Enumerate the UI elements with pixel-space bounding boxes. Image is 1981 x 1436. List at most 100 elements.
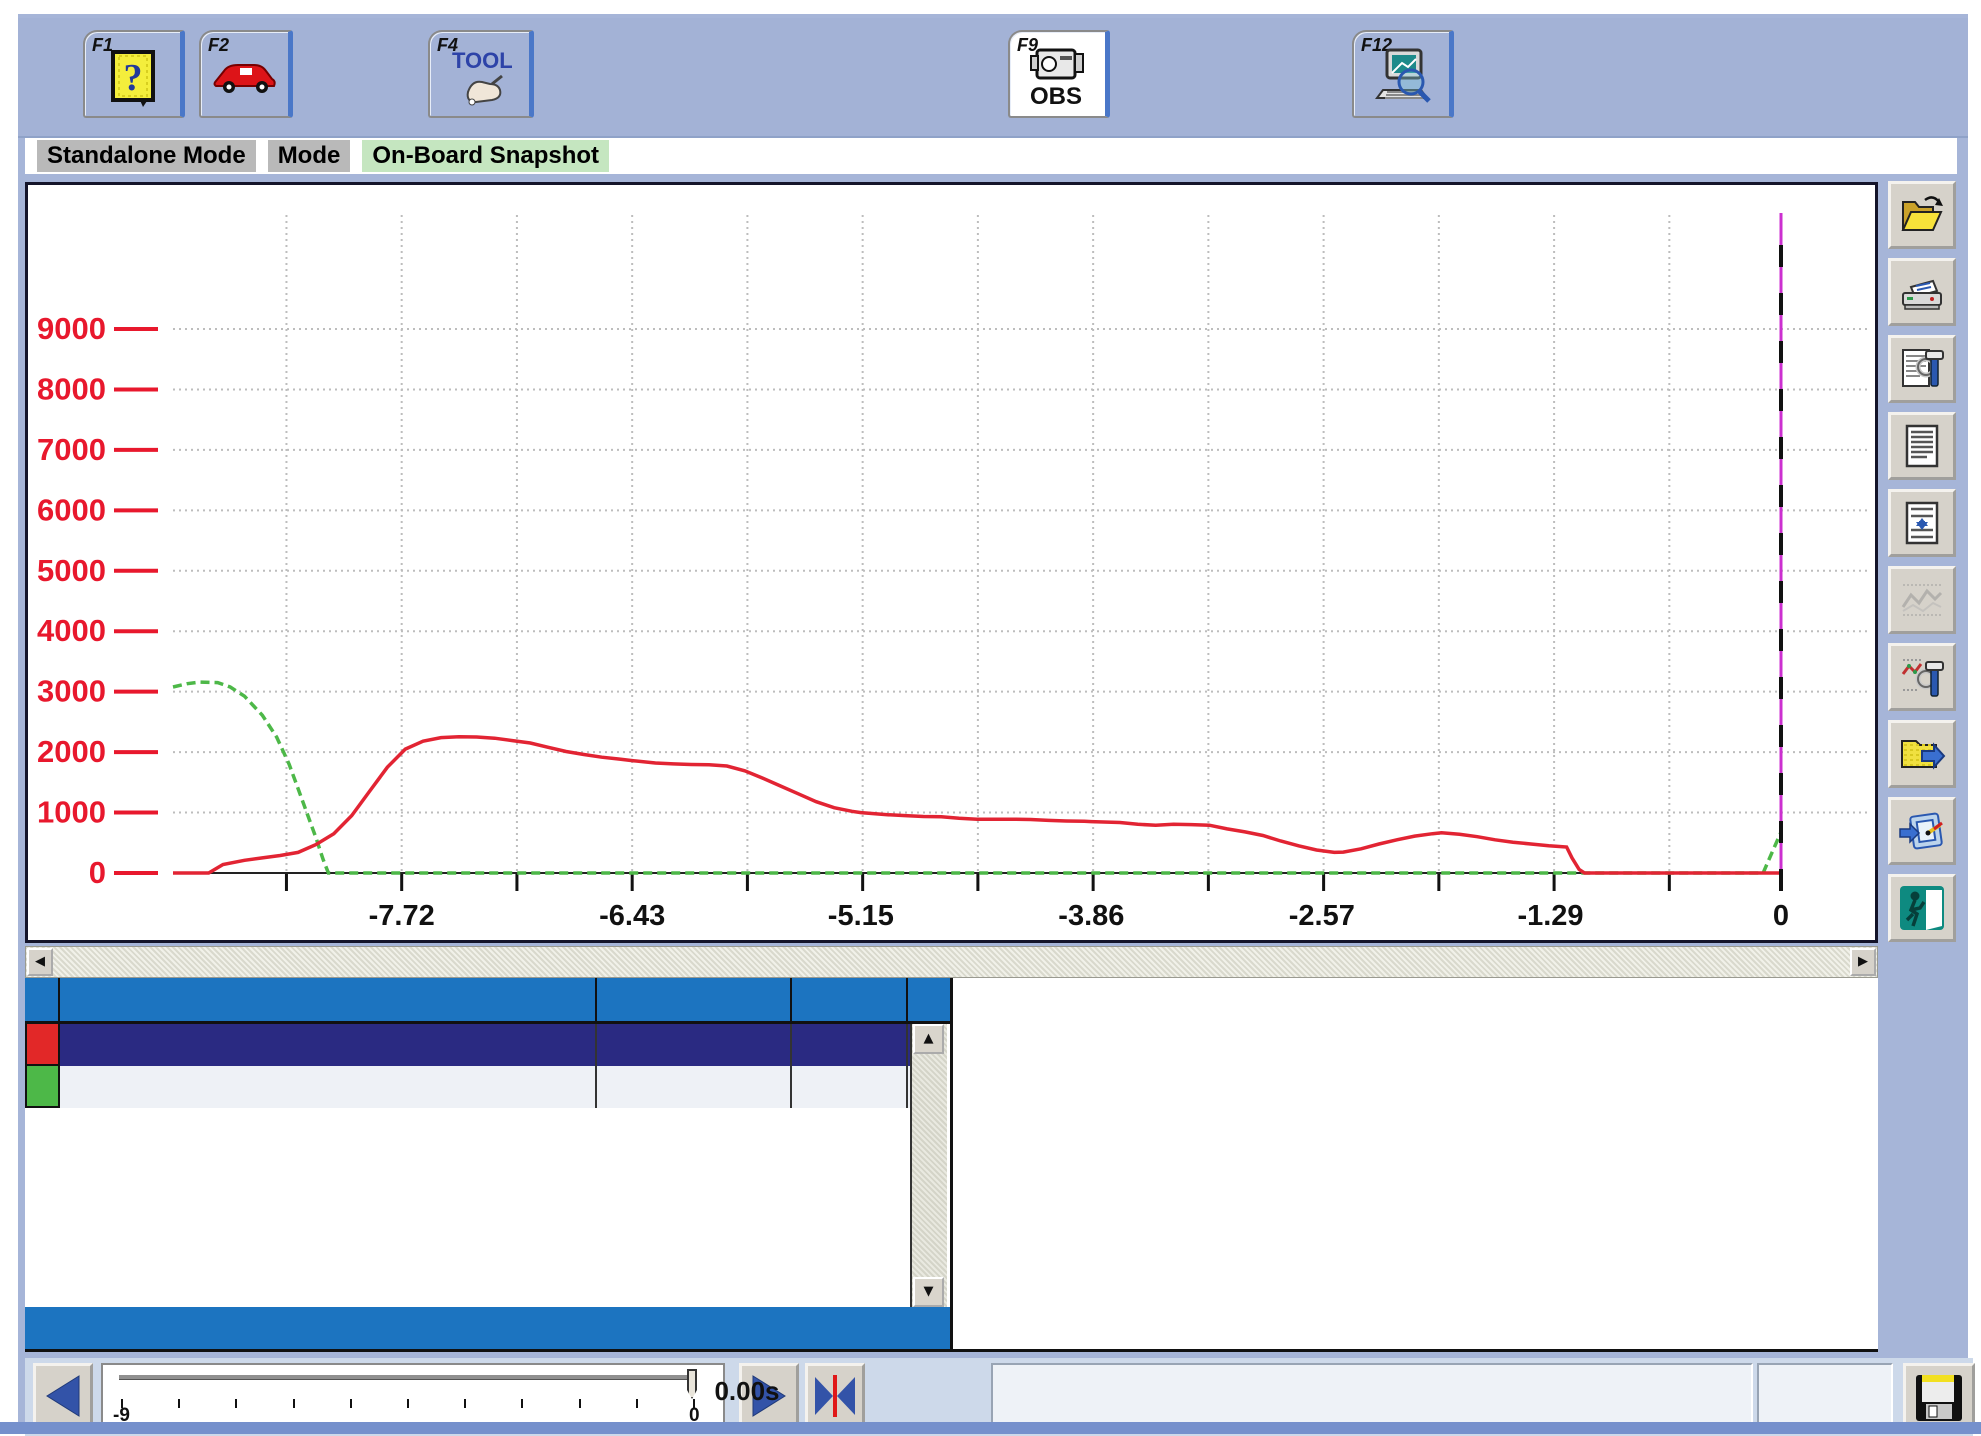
signal-color-swatch (25, 1066, 60, 1108)
svg-text:-1.29: -1.29 (1517, 900, 1583, 932)
fkey-f4-button[interactable]: F4TOOL (428, 30, 534, 118)
svg-text:6000: 6000 (37, 492, 106, 527)
lower-panel: ▲ ▼ (25, 978, 1878, 1352)
slider-tick (521, 1399, 523, 1408)
status-mode: Mode (268, 140, 351, 172)
system-scan-icon (1369, 46, 1435, 108)
fkey-f12-button[interactable]: F12 (1352, 30, 1454, 118)
graph-setup-icon (1899, 654, 1945, 700)
snapshot-camera-icon: OBS (1027, 44, 1089, 110)
trigger-marker-icon (813, 1373, 857, 1419)
signal-table-header (25, 978, 950, 1024)
export-folder-button[interactable] (1888, 720, 1956, 788)
table-row-engine-speed[interactable] (25, 1024, 913, 1066)
cell-signal (60, 1066, 597, 1108)
exit-button[interactable] (1888, 874, 1956, 942)
signal-color-swatch (25, 1024, 60, 1066)
playback-time: 0.00s (677, 1376, 817, 1407)
triangle-left-icon (43, 1374, 83, 1418)
function-key-toolbar: F1? F2 F4TOOL F9OBS F12 (18, 18, 1968, 138)
status-panel (1757, 1363, 1893, 1429)
cell-signal (60, 1024, 597, 1066)
slider-tick (178, 1399, 180, 1408)
exit-icon (1898, 884, 1946, 932)
expand-rows-button[interactable] (1888, 489, 1956, 557)
print-icon (1899, 271, 1945, 313)
table-vertical-scrollbar[interactable]: ▲ ▼ (910, 1024, 947, 1307)
slider-tick (636, 1399, 638, 1408)
scroll-left-button[interactable]: ◀ (27, 948, 53, 976)
report-setup-icon (1899, 346, 1945, 392)
slider-tick (235, 1399, 237, 1408)
open-file-button[interactable] (1888, 181, 1956, 249)
cell-units (792, 1066, 908, 1108)
cell-units (792, 1024, 908, 1066)
open-file-icon (1899, 194, 1945, 236)
svg-text:5000: 5000 (37, 553, 106, 588)
svg-text:-2.57: -2.57 (1289, 900, 1355, 932)
svg-text:OBS: OBS (1029, 83, 1081, 110)
svg-text:0: 0 (89, 855, 106, 890)
tool-icon: TOOL (448, 46, 512, 108)
column-header-signal[interactable] (60, 978, 597, 1021)
table-scroll-down-button[interactable]: ▼ (913, 1277, 944, 1307)
table-corner-cell (25, 978, 60, 1021)
graph-setup-button[interactable] (1888, 643, 1956, 711)
svg-text:-3.86: -3.86 (1058, 900, 1124, 932)
mode-status-bar: Standalone Mode Mode On-Board Snapshot (25, 138, 1957, 174)
svg-text:0: 0 (1773, 900, 1789, 932)
slider-tick (464, 1399, 466, 1408)
text-view-icon (1901, 423, 1943, 469)
slider-track[interactable] (119, 1375, 697, 1380)
cell-value (597, 1024, 792, 1066)
slider-tick (579, 1399, 581, 1408)
fkey-f2-button[interactable]: F2 (199, 30, 293, 118)
column-header-value[interactable] (597, 978, 792, 1021)
svg-text:TOOL: TOOL (452, 48, 512, 73)
column-header-units[interactable] (792, 978, 908, 1021)
save-floppy-icon (1913, 1372, 1965, 1424)
data-transfer-button[interactable] (1888, 797, 1956, 865)
text-view-button[interactable] (1888, 412, 1956, 480)
vehicle-icon (210, 57, 280, 97)
signal-table: ▲ ▼ (25, 978, 953, 1349)
fkey-f1-button[interactable]: F1? (83, 30, 185, 118)
fkey-label: F2 (208, 35, 229, 56)
svg-text:-6.43: -6.43 (599, 900, 665, 932)
svg-text:8000: 8000 (37, 371, 106, 406)
fkey-f9-button[interactable]: F9OBS (1008, 30, 1110, 118)
svg-text:-7.72: -7.72 (369, 900, 435, 932)
slider-tick (350, 1399, 352, 1408)
graph-horizontal-scrollbar[interactable]: ◀ ▶ (25, 946, 1878, 978)
svg-text:3000: 3000 (37, 674, 106, 709)
window-bottom-edge (0, 1422, 1981, 1434)
snapshot-graph-svg: 0 1000 2000 3000 4000 5000 6000 7000 8000 9000 -7.… (28, 185, 1875, 940)
cell-value (597, 1066, 792, 1108)
message-panel (991, 1363, 1753, 1429)
svg-text:?: ? (123, 57, 142, 99)
data-transfer-icon (1898, 809, 1946, 853)
slider-tick (293, 1399, 295, 1408)
svg-text:1000: 1000 (37, 795, 106, 830)
svg-text:2000: 2000 (37, 734, 106, 769)
scroll-right-button[interactable]: ▶ (1850, 948, 1876, 976)
graph-view-button (1888, 566, 1956, 634)
table-scroll-up-button[interactable]: ▲ (913, 1024, 944, 1054)
table-row-app-sensor[interactable] (25, 1066, 913, 1108)
expand-rows-icon (1901, 500, 1943, 546)
help-icon: ? (105, 46, 161, 108)
graph-view-icon (1899, 577, 1945, 623)
svg-text:4000: 4000 (37, 613, 106, 648)
report-setup-button[interactable] (1888, 335, 1956, 403)
slider-tick (407, 1399, 409, 1408)
print-button[interactable] (1888, 258, 1956, 326)
svg-text:9000: 9000 (37, 311, 106, 346)
snapshot-graph[interactable]: 0 1000 2000 3000 4000 5000 6000 7000 8000 9000 -7.… (25, 182, 1878, 943)
svg-text:-5.15: -5.15 (828, 900, 894, 932)
export-folder-icon (1898, 733, 1946, 775)
status-standalone-mode: Standalone Mode (37, 140, 256, 172)
status-onboard-snapshot: On-Board Snapshot (362, 140, 609, 172)
step-back-button[interactable] (33, 1363, 93, 1429)
svg-text:7000: 7000 (37, 432, 106, 467)
timeline-slider[interactable]: -9 0 (101, 1363, 725, 1429)
